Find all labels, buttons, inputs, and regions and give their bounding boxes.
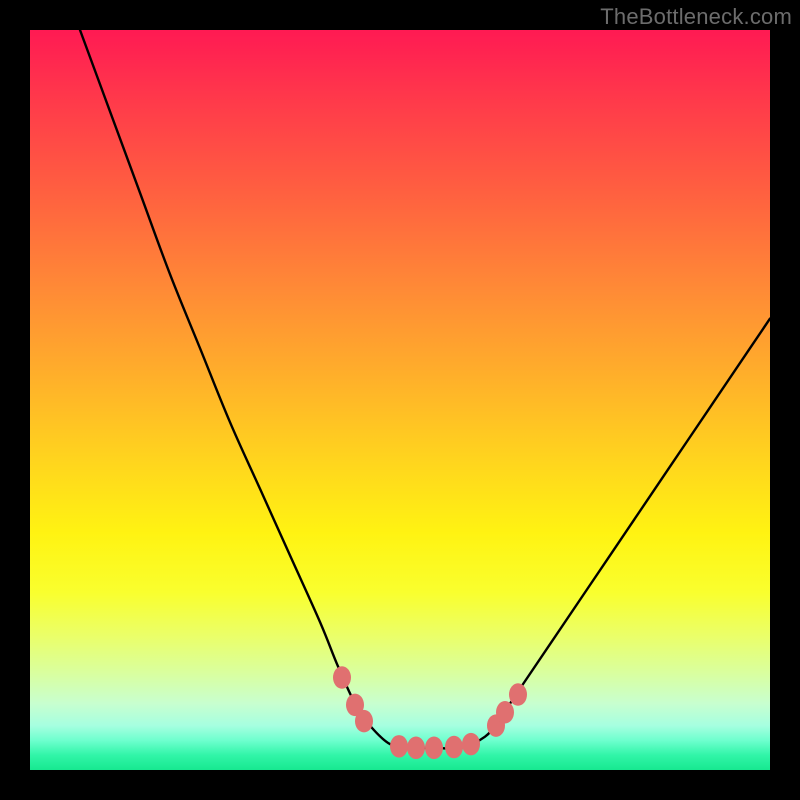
threshold-dot bbox=[509, 683, 527, 706]
threshold-dot bbox=[355, 710, 373, 733]
chart-frame: TheBottleneck.com bbox=[0, 0, 800, 800]
threshold-dots bbox=[333, 666, 527, 759]
plot-area bbox=[30, 30, 770, 770]
threshold-dot bbox=[390, 735, 408, 758]
bottleneck-curve bbox=[80, 30, 770, 749]
threshold-dot bbox=[425, 737, 443, 760]
threshold-dot bbox=[407, 737, 425, 760]
threshold-dot bbox=[333, 666, 351, 689]
curve-layer bbox=[30, 30, 770, 770]
threshold-dot bbox=[462, 733, 480, 756]
threshold-dot bbox=[496, 701, 514, 724]
threshold-dot bbox=[445, 736, 463, 759]
watermark-text: TheBottleneck.com bbox=[600, 4, 792, 30]
